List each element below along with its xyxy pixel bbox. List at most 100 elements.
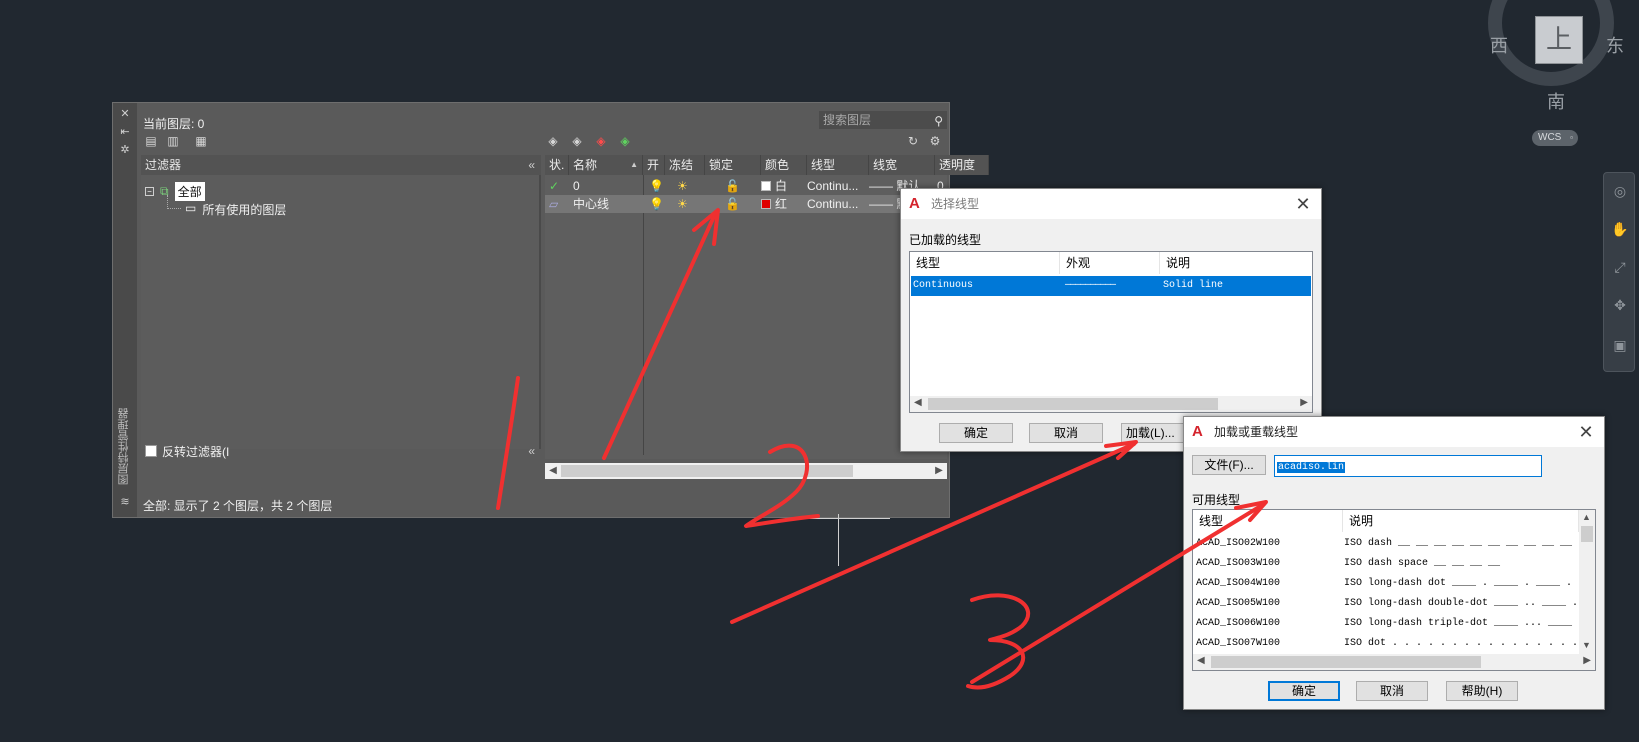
unlocked-icon[interactable]: 🔓 [725, 195, 740, 213]
invert-filter-checkbox[interactable] [145, 445, 157, 457]
layer-row[interactable]: ✓ 0 💡 ☀ 🔓 白 Continu... —— 默认 0 [545, 177, 947, 195]
search-icon[interactable]: ⚲ [934, 112, 943, 130]
col-description[interactable]: 说明 [1343, 510, 1579, 532]
close-icon[interactable]: ✕ [1576, 417, 1596, 447]
crosshair-horizontal [790, 518, 890, 519]
new-property-filter-icon[interactable]: ▤ [143, 133, 159, 149]
dialog-titlebar[interactable]: A 选择线型 ✕ [901, 189, 1321, 219]
col-color[interactable]: 颜色 [761, 155, 807, 175]
linetype-description: ISO dot . . . . . . . . . . . . . . . . [1344, 638, 1578, 649]
scroll-down-icon[interactable]: ▼ [1582, 640, 1591, 650]
chevron-down-icon: ▫ [1570, 133, 1573, 142]
scroll-left-icon[interactable]: ◀ [545, 463, 561, 479]
col-linetype[interactable]: 线型 [807, 155, 869, 175]
cancel-button[interactable]: 取消 [1356, 681, 1428, 701]
showmotion-icon[interactable]: ▣ [1610, 335, 1630, 355]
list-hscrollbar[interactable]: ◀ ▶ [1193, 654, 1595, 670]
sun-thawed-icon[interactable]: ☀ [677, 177, 688, 195]
properties-gear-icon[interactable]: ✲ [118, 143, 132, 157]
layer-states-manager-icon[interactable]: ▦ [193, 133, 209, 149]
close-icon[interactable]: ✕ [118, 107, 132, 121]
orbit-icon[interactable]: ✥ [1610, 295, 1630, 315]
refresh-icon[interactable]: ↻ [905, 133, 921, 149]
scroll-thumb[interactable] [928, 398, 1218, 410]
layer-color[interactable]: 白 [761, 177, 787, 195]
sun-thawed-icon[interactable]: ☀ [677, 195, 688, 213]
pan-hand-icon[interactable]: ✋ [1610, 219, 1630, 239]
col-transparency[interactable]: 透明度 [935, 155, 989, 175]
viewcube-top-face[interactable]: 上 [1535, 16, 1583, 64]
new-layer-vp-frozen-icon[interactable]: ◈ [569, 133, 585, 149]
invert-filter-row[interactable]: 反转过滤器(I « [141, 441, 541, 461]
bulb-on-icon[interactable]: 💡 [649, 195, 664, 213]
scroll-thumb[interactable] [1581, 526, 1593, 542]
col-linetype[interactable]: 线型 [1193, 510, 1343, 532]
col-on[interactable]: 开 [643, 155, 665, 175]
ok-button[interactable]: 确定 [939, 423, 1013, 443]
new-group-filter-icon[interactable]: ▥ [165, 133, 181, 149]
bulb-on-icon[interactable]: 💡 [649, 177, 664, 195]
col-description[interactable]: 说明 [1160, 252, 1312, 274]
col-name[interactable]: 名称 ▲ [569, 155, 643, 175]
available-linetype-row[interactable]: ACAD_ISO05W100 ISO long-dash double-dot _… [1194, 594, 1578, 614]
scroll-thumb[interactable] [561, 465, 853, 477]
available-linetypes-list[interactable]: 线型 说明 ACAD_ISO02W100 ISO dash __ __ __ __… [1192, 509, 1596, 671]
col-status[interactable]: 状. [545, 155, 569, 175]
close-icon[interactable]: ✕ [1293, 189, 1313, 219]
scroll-right-icon[interactable]: ▶ [931, 463, 947, 479]
linetype-row-selected[interactable]: Continuous —————————— Solid line [911, 276, 1311, 296]
col-linetype[interactable]: 线型 [910, 252, 1060, 274]
dialog-titlebar[interactable]: A 加载或重载线型 ✕ [1184, 417, 1604, 447]
linetype-description: ISO long-dash double-dot ____ .. ____ . [1344, 598, 1578, 609]
unlocked-icon[interactable]: 🔓 [725, 177, 740, 195]
scroll-left-icon[interactable]: ◀ [1197, 655, 1205, 666]
scroll-thumb[interactable] [1211, 656, 1481, 668]
layer-list-scrollbar[interactable]: ◀ ▶ [545, 463, 947, 479]
available-linetype-row[interactable]: ACAD_ISO04W100 ISO long-dash dot ____ . _… [1194, 574, 1578, 594]
compass-east[interactable]: 东 [1606, 32, 1624, 58]
layer-row-selected[interactable]: ▱ 中心线 💡 ☀ 🔓 红 Continu... —— 默认 0 [545, 195, 947, 213]
available-linetype-row[interactable]: ACAD_ISO03W100 ISO dash space __ __ __ __ [1194, 554, 1578, 574]
layer-name[interactable]: 0 [573, 177, 580, 195]
set-current-layer-icon[interactable]: ◈ [617, 133, 633, 149]
steering-wheel-icon[interactable]: ◎ [1610, 181, 1630, 201]
filter-tree-child[interactable]: ▭ 所有使用的图层 [185, 201, 286, 218]
tree-collapse-icon[interactable]: − [145, 187, 154, 196]
wcs-menu-button[interactable]: WCS ▫ [1532, 130, 1578, 146]
layer-name[interactable]: 中心线 [573, 195, 609, 213]
col-appearance[interactable]: 外观 [1060, 252, 1160, 274]
available-linetype-row[interactable]: ACAD_ISO07W100 ISO dot . . . . . . . . . … [1194, 634, 1578, 654]
available-linetype-row[interactable]: ACAD_ISO02W100 ISO dash __ __ __ __ __ __… [1194, 534, 1578, 554]
auto-hide-icon[interactable]: ⇤ [118, 125, 132, 139]
layer-linetype[interactable]: Continu... [807, 177, 867, 195]
scroll-left-icon[interactable]: ◀ [914, 397, 922, 408]
help-button[interactable]: 帮助(H) [1446, 681, 1518, 701]
loaded-linetypes-list[interactable]: 线型 外观 说明 Continuous —————————— Solid lin… [909, 251, 1313, 413]
col-lineweight[interactable]: 线宽 [869, 155, 935, 175]
collapse-left-icon[interactable]: « [528, 155, 535, 175]
delete-layer-icon[interactable]: ◈ [593, 133, 609, 149]
list-vscrollbar[interactable]: ▲ ▼ [1579, 510, 1595, 654]
ok-button[interactable]: 确定 [1268, 681, 1340, 701]
file-button[interactable]: 文件(F)... [1192, 455, 1266, 475]
collapse-left-icon[interactable]: « [528, 444, 535, 458]
layer-linetype[interactable]: Continu... [807, 195, 867, 213]
zoom-extents-icon[interactable]: ⤢ [1610, 257, 1630, 277]
invert-filter-label: 反转过滤器(I [162, 444, 230, 459]
search-layers-input[interactable]: 搜索图层 ⚲ [819, 111, 947, 129]
scroll-up-icon[interactable]: ▲ [1582, 512, 1591, 522]
list-hscrollbar[interactable]: ◀ ▶ [910, 396, 1312, 412]
scroll-right-icon[interactable]: ▶ [1300, 397, 1308, 408]
col-lock[interactable]: 锁定 [705, 155, 761, 175]
col-freeze[interactable]: 冻结 [665, 155, 705, 175]
compass-west[interactable]: 西 [1490, 32, 1508, 58]
compass-south[interactable]: 南 [1547, 88, 1565, 114]
settings-gear-icon[interactable]: ⚙ [927, 133, 943, 149]
scroll-right-icon[interactable]: ▶ [1583, 655, 1591, 666]
load-linetype-button[interactable]: 加载(L)... [1121, 423, 1185, 443]
available-linetype-row[interactable]: ACAD_ISO06W100 ISO long-dash triple-dot _… [1194, 614, 1578, 634]
cancel-button[interactable]: 取消 [1029, 423, 1103, 443]
layer-color[interactable]: 红 [761, 195, 787, 213]
new-layer-icon[interactable]: ◈ [545, 133, 561, 149]
file-name-input[interactable]: acadiso.lin [1274, 455, 1542, 477]
